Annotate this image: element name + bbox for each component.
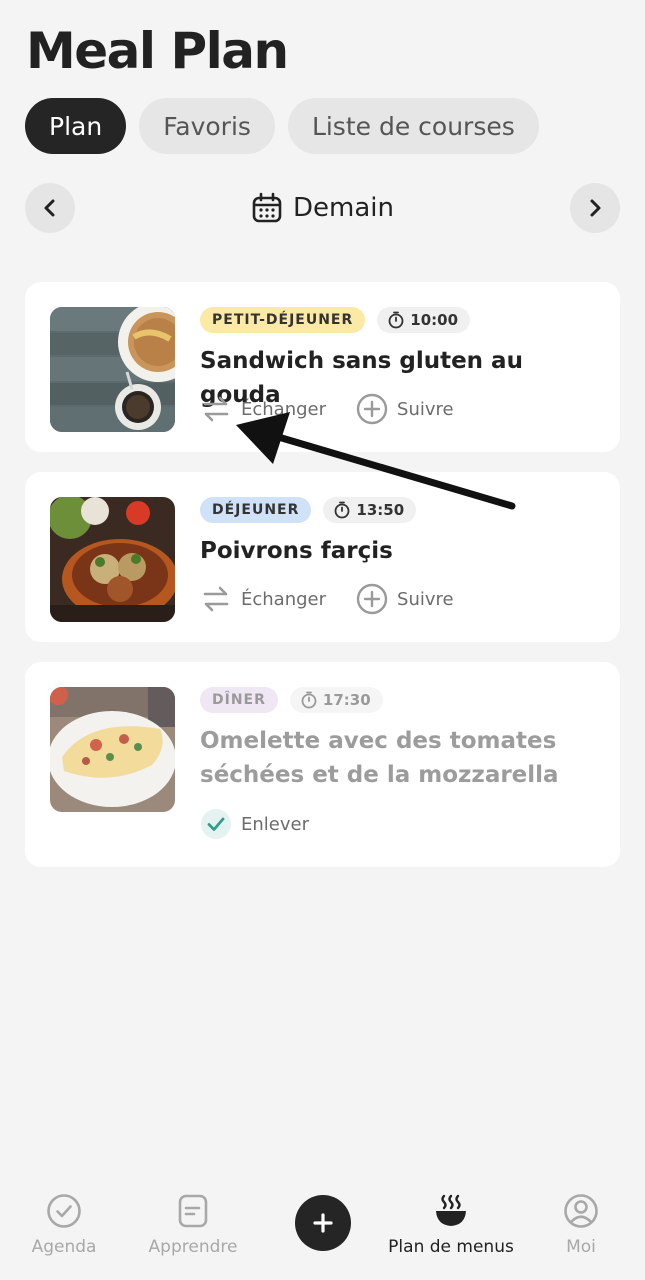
meal-card-lunch[interactable]: DÉJEUNER 13:50 Poivrons farçis Échanger …	[25, 472, 620, 642]
nav-learn[interactable]: Apprendre	[128, 1193, 258, 1257]
meal-name[interactable]: Omelette avec des tomates séchées et de …	[200, 724, 600, 792]
tab-bar: Plan Favoris Liste de courses	[25, 98, 539, 154]
nav-label: Plan de menus	[388, 1237, 514, 1257]
meal-time: 13:50	[323, 497, 417, 523]
swap-label: Échanger	[241, 398, 327, 420]
tab-plan[interactable]: Plan	[25, 98, 127, 154]
nav-label: Agenda	[31, 1237, 97, 1257]
meal-meta: DÎNER 17:30	[200, 687, 383, 713]
plus-circle-icon	[356, 393, 388, 425]
meal-actions: Échanger Suivre	[200, 393, 454, 425]
page-title: Meal Plan	[26, 22, 289, 80]
track-button[interactable]: Suivre	[356, 393, 454, 425]
meal-image-sandwich	[50, 307, 175, 432]
stopwatch-icon	[301, 691, 317, 709]
meal-actions: Enlever	[200, 808, 309, 840]
check-circle-icon	[201, 809, 231, 839]
nav-label: Apprendre	[148, 1237, 238, 1257]
date-label: Demain	[293, 193, 394, 223]
chevron-right-icon	[590, 199, 601, 217]
stopwatch-icon	[334, 501, 350, 519]
check-circle-icon	[47, 1194, 81, 1228]
meal-meta: DÉJEUNER 13:50	[200, 497, 417, 523]
meal-type-badge: DÉJEUNER	[200, 497, 312, 523]
tab-shopping-list[interactable]: Liste de courses	[287, 98, 539, 154]
tab-favorites[interactable]: Favoris	[139, 98, 275, 154]
swap-icon	[203, 586, 229, 612]
meal-type-badge: DÎNER	[200, 687, 278, 713]
meal-meta: PETIT-DÉJEUNER 10:00	[200, 307, 471, 333]
meal-type-badge: PETIT-DÉJEUNER	[200, 307, 366, 333]
track-button[interactable]: Suivre	[356, 583, 454, 615]
bowl-icon	[436, 1194, 466, 1226]
stopwatch-icon	[388, 311, 404, 329]
calendar-icon	[252, 192, 282, 223]
meal-time: 10:00	[377, 307, 471, 333]
date-selector[interactable]: Demain	[25, 183, 620, 233]
meal-image-omelette	[50, 687, 175, 812]
user-icon	[564, 1194, 598, 1228]
plus-icon	[313, 1213, 333, 1233]
meal-time-value: 17:30	[322, 691, 371, 709]
remove-button[interactable]: Enlever	[200, 808, 309, 840]
add-button[interactable]	[295, 1195, 351, 1251]
meal-time-value: 10:00	[410, 311, 459, 329]
nav-meal-plan[interactable]: Plan de menus	[386, 1193, 516, 1257]
track-label: Suivre	[397, 398, 454, 420]
bottom-navigation: Agenda Apprendre Plan de menus Moi	[0, 1180, 645, 1280]
nav-agenda[interactable]: Agenda	[0, 1193, 129, 1257]
next-day-button[interactable]	[570, 183, 620, 233]
swap-icon	[203, 396, 229, 422]
swap-button[interactable]: Échanger	[200, 393, 326, 425]
meal-card-dinner[interactable]: DÎNER 17:30 Omelette avec des tomates sé…	[25, 662, 620, 867]
remove-label: Enlever	[241, 813, 309, 835]
date-navigation: Demain	[25, 183, 620, 233]
swap-label: Échanger	[241, 588, 327, 610]
nav-profile[interactable]: Moi	[516, 1193, 645, 1257]
meal-time-value: 13:50	[356, 501, 405, 519]
plus-circle-icon	[356, 583, 388, 615]
track-label: Suivre	[397, 588, 454, 610]
meal-actions: Échanger Suivre	[200, 583, 454, 615]
meal-name[interactable]: Poivrons farçis	[200, 534, 600, 568]
note-icon	[178, 1194, 208, 1228]
swap-button[interactable]: Échanger	[200, 583, 326, 615]
nav-label: Moi	[566, 1237, 596, 1257]
meal-time: 17:30	[289, 687, 383, 713]
meal-image-stuffed-peppers	[50, 497, 175, 622]
meal-card-breakfast[interactable]: PETIT-DÉJEUNER 10:00 Sandwich sans glute…	[25, 282, 620, 452]
